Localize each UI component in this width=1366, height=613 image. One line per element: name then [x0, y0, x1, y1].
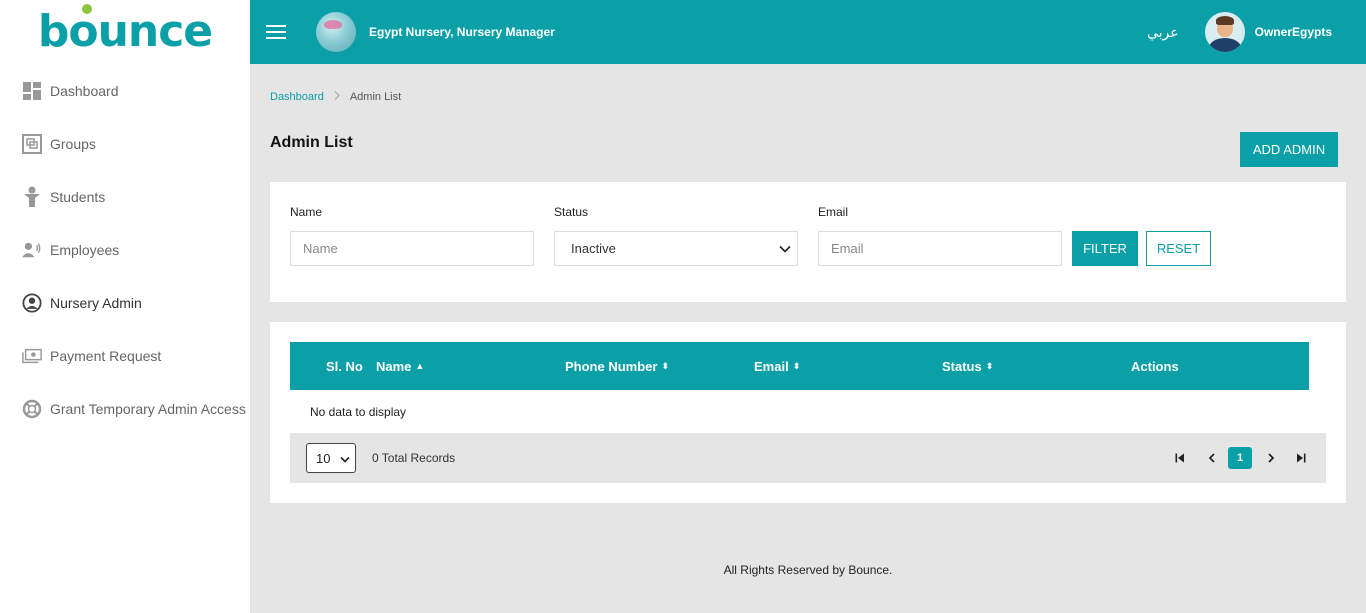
username[interactable]: OwnerEgypts — [1255, 25, 1332, 39]
email-filter-label: Email — [818, 205, 849, 219]
page-button-current[interactable]: 1 — [1228, 447, 1252, 469]
sidebar-nav: Dashboard Groups Students Employees Nurs… — [0, 64, 250, 435]
sidebar-item-groups[interactable]: Groups — [0, 117, 250, 170]
column-header-status[interactable]: Status ⬍ — [942, 342, 993, 390]
sort-icon: ⬍ — [985, 360, 994, 371]
first-page-icon — [1175, 453, 1184, 463]
logo-dot — [82, 4, 93, 14]
logo-text: bo unce — [38, 4, 213, 57]
logo-letters-rest: unce — [97, 6, 214, 57]
sort-ascending-icon: ▲ — [415, 360, 425, 371]
chevron-left-icon — [1208, 453, 1215, 463]
table-header: Sl. No Name ▲ Phone Number ⬍ Email ⬍ Status… — [290, 342, 1309, 390]
page-size-value: 10 — [316, 450, 331, 466]
admin-table-panel: Sl. No Name ▲ Phone Number ⬍ Email ⬍ Status… — [270, 322, 1346, 503]
sidebar-item-dashboard[interactable]: Dashboard — [0, 64, 250, 117]
status-filter-label: Status — [554, 205, 589, 219]
column-header-name[interactable]: Name ▲ — [376, 342, 424, 390]
column-header-label: Status — [942, 358, 982, 374]
groups-icon — [22, 133, 42, 154]
sort-icon: ⬍ — [792, 360, 801, 371]
sidebar-item-grant-temporary-admin-access[interactable]: Grant Temporary Admin Access — [0, 382, 250, 435]
sidebar-item-employees[interactable]: Employees — [0, 223, 250, 276]
column-header-actions: Actions — [1131, 342, 1179, 390]
column-header-email[interactable]: Email ⬍ — [754, 342, 800, 390]
filter-panel: Name Name Status Inactive Email Email FI… — [270, 182, 1346, 302]
filter-button[interactable]: FILTER — [1072, 231, 1138, 266]
sidebar-item-label: Payment Request — [50, 347, 162, 364]
org-title: Egypt Nursery, Nursery Manager — [369, 25, 555, 39]
menu-icon[interactable] — [266, 21, 286, 43]
sidebar-item-label: Dashboard — [50, 82, 119, 99]
avatar-body — [1208, 38, 1241, 52]
sidebar-item-label: Grant Temporary Admin Access — [50, 400, 246, 417]
dashboard-icon — [22, 81, 42, 101]
breadcrumb-home-link[interactable]: Dashboard — [270, 91, 324, 103]
chevron-down-icon — [340, 451, 350, 466]
chevron-right-icon — [1267, 453, 1274, 463]
name-filter-input[interactable]: Name — [290, 231, 534, 266]
previous-page-button[interactable] — [1200, 447, 1222, 469]
language-toggle[interactable]: عربي — [1147, 24, 1179, 41]
employees-icon — [22, 240, 42, 260]
last-page-button[interactable] — [1290, 447, 1312, 469]
money-icon — [22, 346, 42, 366]
sidebar-item-label: Students — [50, 188, 106, 205]
footer-text: All Rights Reserved by Bounce. — [723, 563, 893, 577]
reset-button[interactable]: RESET — [1146, 231, 1211, 266]
next-page-button[interactable] — [1260, 447, 1282, 469]
add-admin-button[interactable]: ADD ADMIN — [1240, 132, 1338, 167]
sidebar-item-nursery-admin[interactable]: Nursery Admin — [0, 276, 250, 329]
column-header-phone-number[interactable]: Phone Number ⬍ — [565, 342, 669, 390]
sidebar-item-students[interactable]: Students — [0, 170, 250, 223]
sidebar: bo unce Dashboard Groups Students Employ… — [0, 0, 250, 613]
column-header-sl-no: Sl. No — [326, 342, 363, 390]
column-header-label: Phone Number — [565, 358, 658, 374]
empty-table-message: No data to display — [310, 405, 407, 419]
email-filter-input[interactable]: Email — [818, 231, 1062, 266]
sidebar-item-label: Employees — [50, 241, 120, 258]
chevron-down-icon — [779, 241, 791, 256]
page-size-select[interactable]: 10 — [306, 443, 356, 473]
bounce-logo[interactable]: bo unce — [0, 0, 250, 64]
student-icon — [22, 186, 42, 207]
first-page-button[interactable] — [1169, 447, 1191, 469]
status-filter-select[interactable]: Inactive — [554, 231, 798, 266]
logo-letter-o: o — [68, 4, 99, 57]
breadcrumb: Dashboard Admin List — [270, 91, 401, 103]
status-filter-value: Inactive — [571, 241, 616, 256]
sidebar-item-label: Nursery Admin — [50, 294, 142, 311]
column-header-label: Name — [376, 358, 412, 374]
column-header-label: Actions — [1131, 358, 1179, 374]
page-title: Admin List — [270, 134, 353, 151]
logo-letter-b: b — [37, 6, 69, 57]
chevron-right-icon — [334, 91, 340, 103]
topbar: Egypt Nursery, Nursery Manager عربي Owne… — [250, 0, 1366, 64]
sidebar-item-label: Groups — [50, 135, 96, 152]
lifebuoy-icon — [22, 399, 42, 419]
pagination-bar: 10 0 Total Records 1 — [290, 433, 1326, 483]
sort-icon: ⬍ — [661, 360, 670, 371]
sidebar-item-payment-request[interactable]: Payment Request — [0, 329, 250, 382]
column-header-label: Email — [754, 358, 789, 374]
breadcrumb-current: Admin List — [349, 91, 402, 103]
total-records: 0 Total Records — [372, 451, 456, 465]
main-content: Dashboard Admin List Admin List ADD ADMI… — [250, 64, 1366, 596]
column-header-label: Sl. No — [326, 358, 363, 374]
name-filter-label: Name — [290, 205, 323, 219]
last-page-icon — [1297, 453, 1306, 463]
org-avatar — [316, 12, 356, 52]
user-circle-icon — [22, 292, 42, 313]
user-avatar[interactable] — [1204, 12, 1245, 52]
avatar-hair — [1215, 16, 1234, 25]
